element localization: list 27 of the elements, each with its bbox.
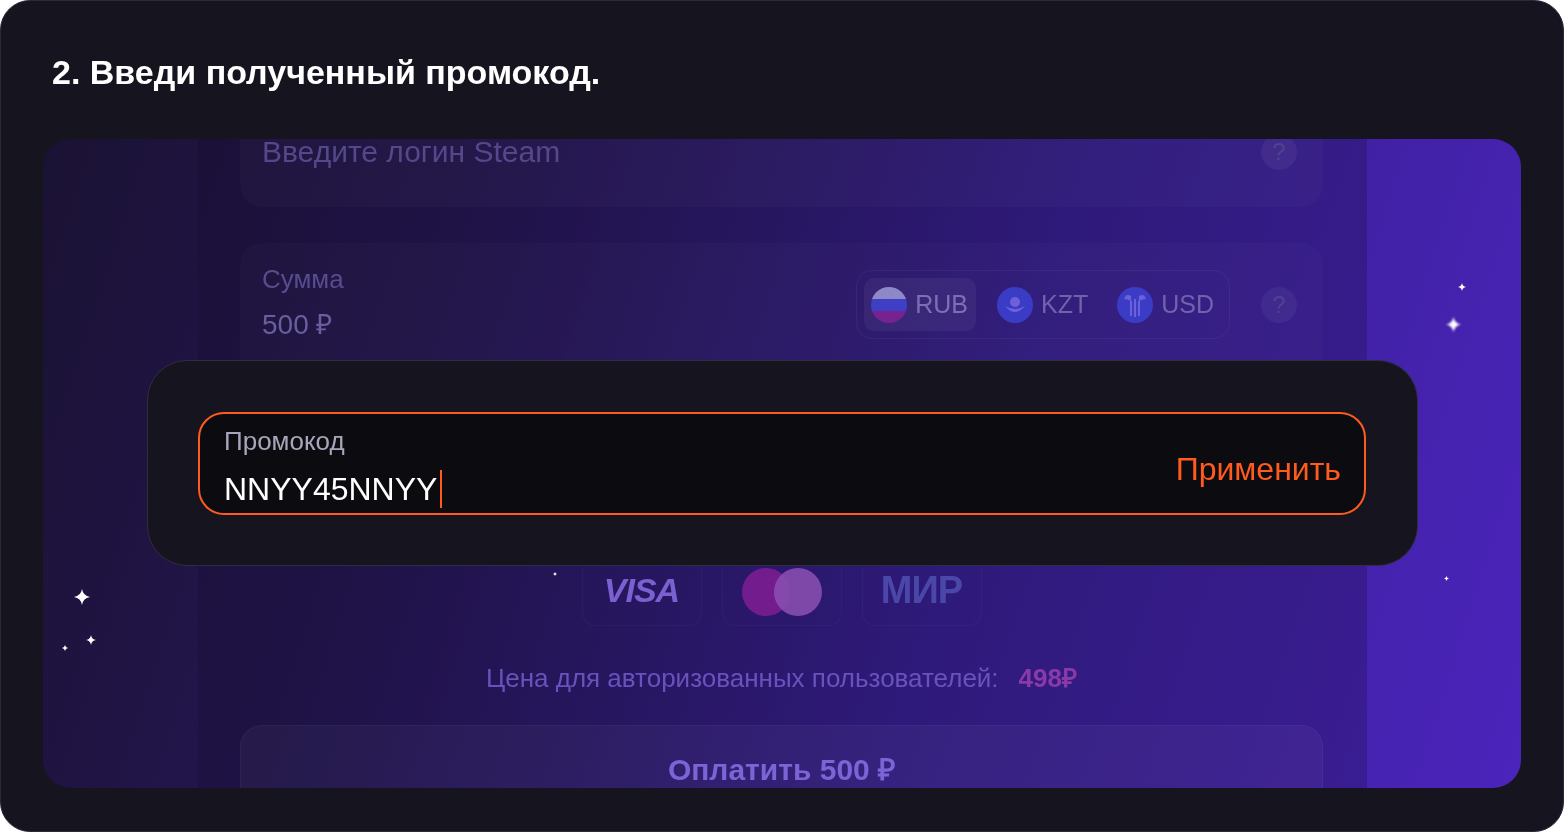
flag-icon bbox=[871, 286, 908, 323]
step-title: 2. Введи полученный промокод. bbox=[52, 52, 601, 92]
promo-code-field[interactable]: Промокод NNYY45NNYY Применить bbox=[198, 412, 1366, 515]
payment-method-tile[interactable]: VISA bbox=[581, 568, 702, 626]
field-label: Сумма bbox=[262, 264, 344, 294]
price-value: 498₽ bbox=[1018, 663, 1077, 693]
sparkle-icon bbox=[1446, 317, 1461, 332]
text-cursor bbox=[440, 470, 443, 508]
overlapping-circles-icon bbox=[741, 568, 822, 616]
sun-emblem-icon bbox=[997, 286, 1033, 323]
currency-tab[interactable]: KZT bbox=[990, 278, 1097, 331]
currency-tab[interactable]: USD bbox=[1110, 278, 1222, 331]
payment-method-tile[interactable] bbox=[721, 568, 842, 626]
currency-tab[interactable]: RUB bbox=[864, 278, 976, 331]
sparkle-icon bbox=[553, 572, 557, 576]
amount-value: 500 ₽ bbox=[262, 309, 334, 341]
price-label: Цена для авторизованных пользователей: bbox=[486, 663, 999, 693]
promo-code-value: NNYY45NNYY bbox=[224, 470, 438, 508]
apply-button[interactable]: Применить bbox=[1175, 451, 1341, 488]
pay-button[interactable]: Оплатить 500 ₽ bbox=[240, 725, 1323, 788]
sparkle-icon bbox=[1458, 283, 1466, 291]
sparkle-icon bbox=[74, 589, 90, 605]
sparkle-icon bbox=[62, 645, 68, 651]
field-label: Промокод bbox=[224, 426, 346, 456]
sparkle-icon bbox=[1444, 576, 1449, 581]
emblem-icon bbox=[1117, 286, 1154, 323]
sparkle-icon bbox=[86, 635, 96, 645]
